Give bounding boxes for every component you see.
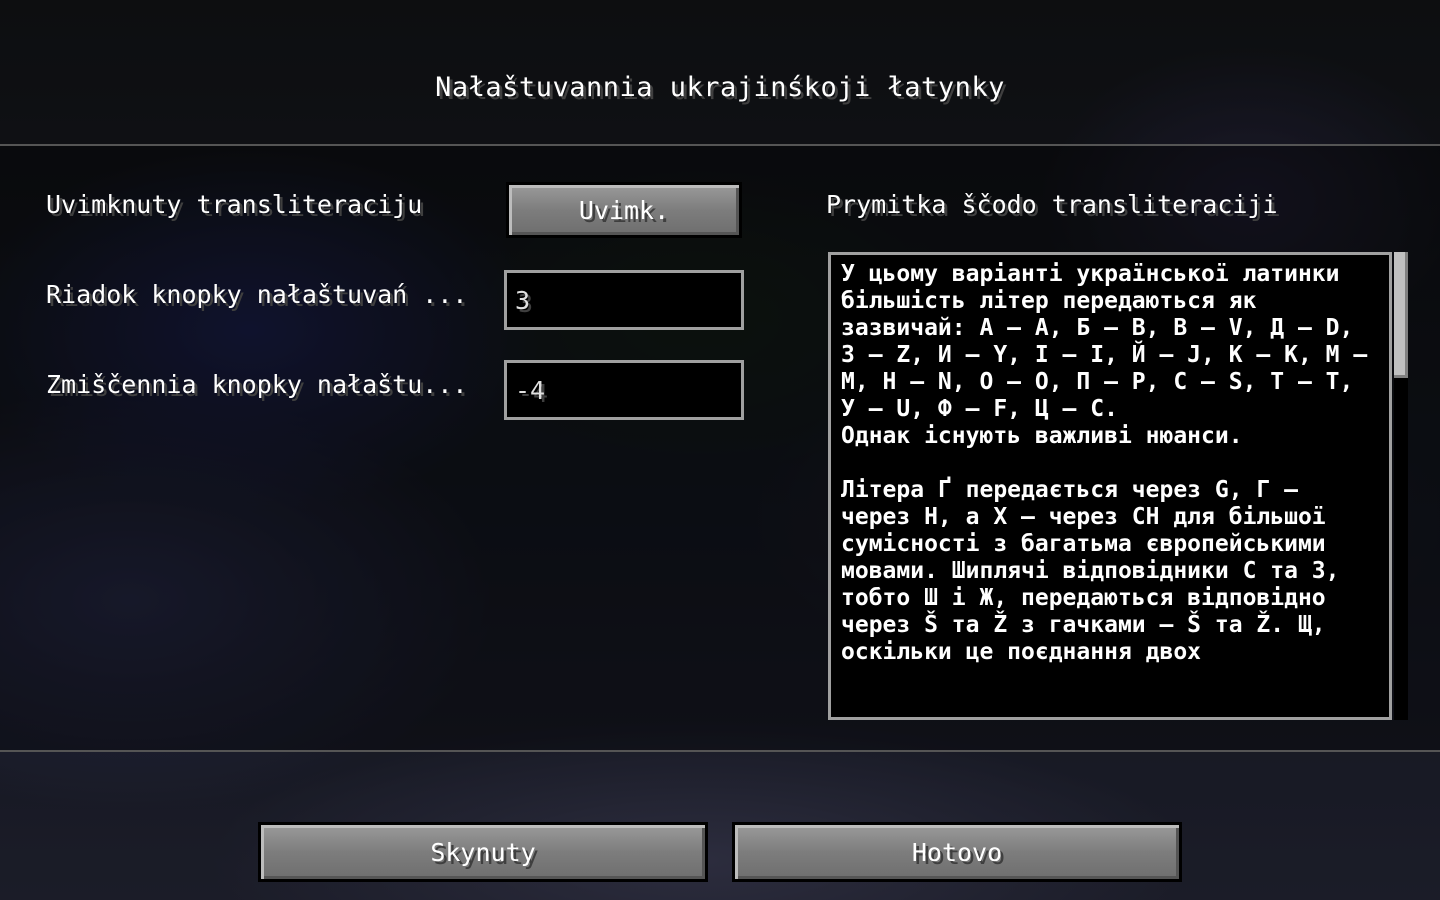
- button-offset-input[interactable]: [504, 360, 744, 420]
- note-text: У цьому варіанті української латинки біл…: [841, 261, 1368, 665]
- done-button[interactable]: Hotovo: [732, 822, 1182, 882]
- button-offset-label: Zmiščennia knopky nałaštu...: [46, 370, 468, 399]
- note-scrollbar[interactable]: [1394, 252, 1408, 720]
- transliteration-toggle-button[interactable]: Uvimk.: [506, 182, 742, 238]
- note-scrollbar-thumb[interactable]: [1394, 252, 1408, 378]
- transliteration-label: Uvimknuty transliteraciju: [46, 190, 423, 219]
- button-row-label: Riadok knopky nałaštuvań ...: [46, 280, 468, 309]
- button-row-input[interactable]: [504, 270, 744, 330]
- note-heading: Prymitka ščodo transliteraciji: [826, 190, 1278, 219]
- reset-button[interactable]: Skynuty: [258, 822, 708, 882]
- note-text-box[interactable]: У цьому варіанті української латинки біл…: [828, 252, 1392, 720]
- screen-title: Nałaštuvannia ukrajinśkoji łatynky: [435, 72, 1005, 103]
